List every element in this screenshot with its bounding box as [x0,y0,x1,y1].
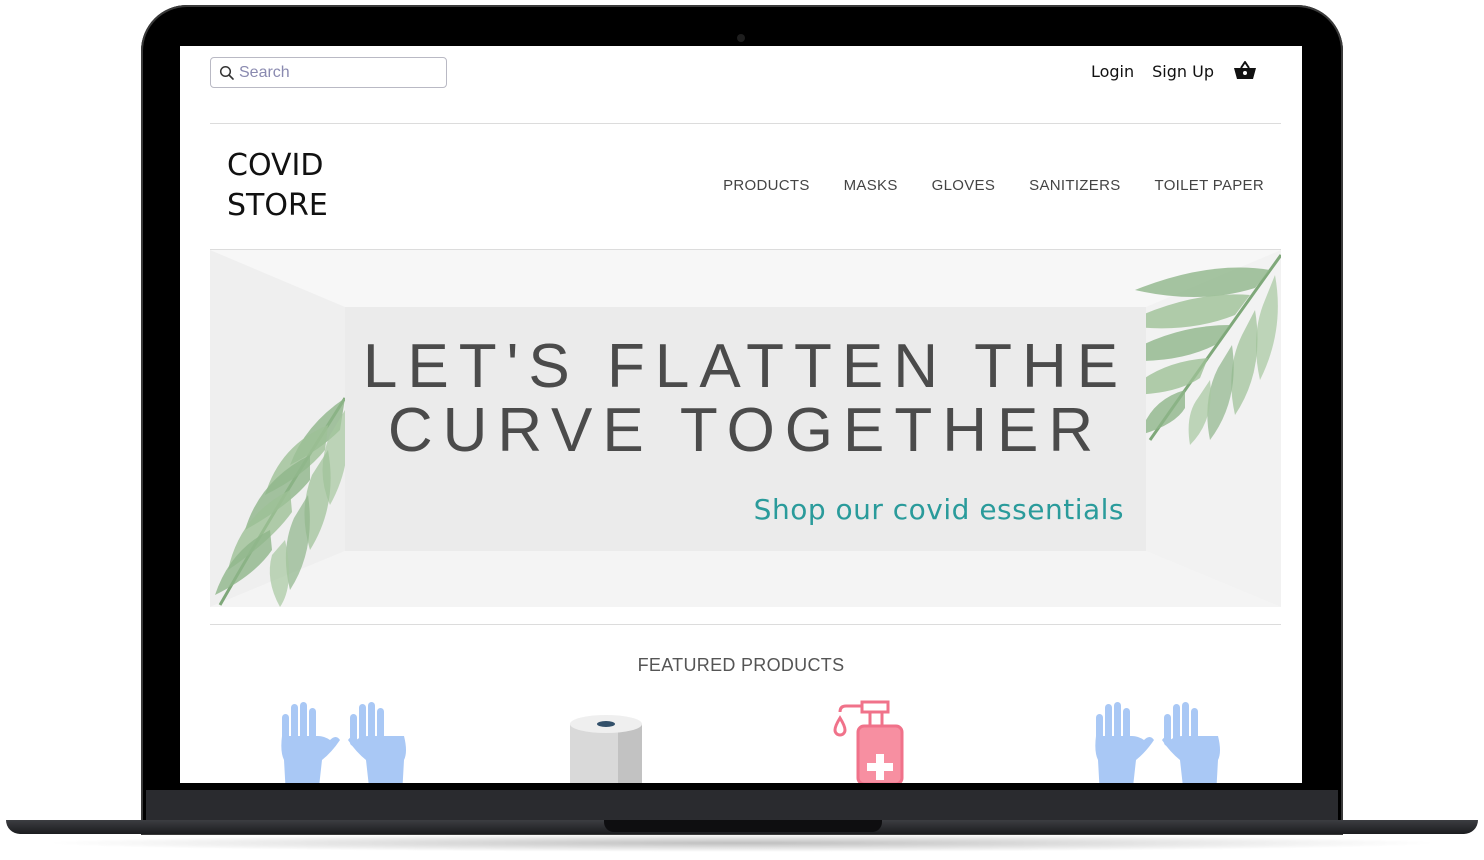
main-nav: PRODUCTS MASKS GLOVES SANITIZERS TOILET … [689,177,1264,194]
account-links: Login Sign Up [1073,60,1258,82]
laptop-screen: Login Sign Up COVID STORE PRODUCTS MASKS… [180,46,1302,783]
signup-link[interactable]: Sign Up [1152,62,1214,81]
laptop-hinge [146,790,1338,820]
toilet-paper-icon [570,715,642,783]
camera-dot [737,34,745,42]
search-icon [219,65,235,81]
login-link[interactable]: Login [1091,62,1134,81]
search-box[interactable] [210,57,447,88]
nav-item-toilet-paper[interactable]: TOILET PAPER [1155,177,1264,194]
nav-item-products[interactable]: PRODUCTS [723,177,810,194]
brand-line-1: COVID [227,148,324,183]
hero-cta-link[interactable]: Shop our covid essentials [754,493,1124,526]
nav-item-sanitizers[interactable]: SANITIZERS [1029,177,1120,194]
product-card-gloves-1[interactable] [278,696,412,783]
brand-logo[interactable]: COVID STORE [227,146,328,226]
gloves-icon [1095,702,1220,783]
product-card-gloves-2[interactable] [1092,696,1226,783]
brand-line-2: STORE [227,188,328,223]
basket-icon[interactable] [1232,60,1258,82]
laptop-shadow [40,834,1444,852]
featured-heading: FEATURED PRODUCTS [637,655,845,675]
product-card-sanitizer[interactable] [832,696,908,783]
nav-item-masks[interactable]: MASKS [844,177,898,194]
hero-banner[interactable]: LET'S FLATTEN THE CURVE TOGETHER Shop ou… [210,250,1281,607]
search-input[interactable] [239,63,439,82]
sanitizer-icon [833,700,904,783]
hero-title: LET'S FLATTEN THE CURVE TOGETHER [362,332,1129,465]
hero-panel: LET'S FLATTEN THE CURVE TOGETHER Shop ou… [345,307,1146,551]
header-divider [210,123,1281,124]
nav-item-gloves[interactable]: GLOVES [932,177,996,194]
gloves-icon [281,702,406,783]
top-bar: Login Sign Up [180,46,1302,124]
laptop-notch [604,820,882,832]
product-card-toilet-paper[interactable] [568,714,644,783]
hero-divider [210,624,1281,625]
